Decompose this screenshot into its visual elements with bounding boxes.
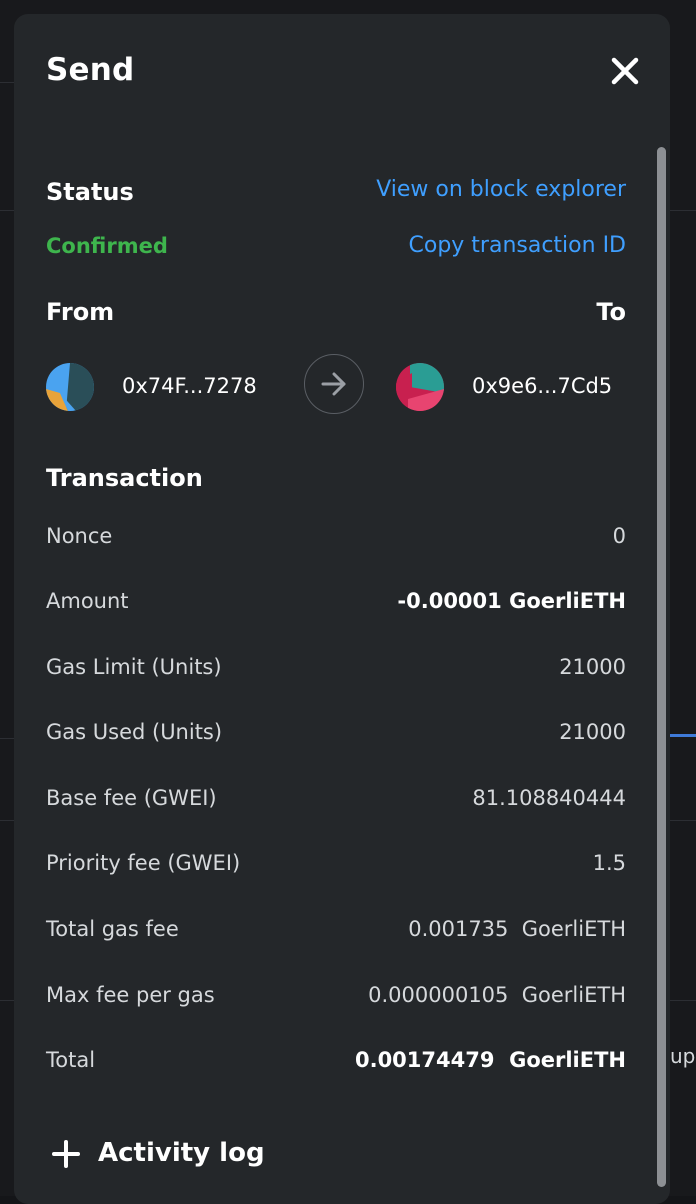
transaction-row-base-fee: Base fee (GWEI) 81.108840444: [46, 786, 626, 816]
row-value: 81.108840444: [472, 786, 626, 810]
scrollbar-thumb[interactable]: [657, 147, 666, 1187]
row-label: Total gas fee: [46, 917, 179, 941]
background-divider: [668, 1000, 696, 1001]
background-divider: [668, 820, 696, 821]
status-value: Confirmed: [46, 234, 168, 258]
to-label: To: [596, 298, 626, 326]
background-divider: [0, 738, 14, 739]
row-label: Gas Limit (Units): [46, 655, 222, 679]
background-partial-text: up: [670, 1044, 696, 1068]
transaction-row-total: Total 0.00174479 GoerliETH: [46, 1048, 626, 1078]
row-label: Total: [46, 1048, 96, 1072]
plus-icon: [52, 1140, 80, 1168]
row-label: Priority fee (GWEI): [46, 851, 241, 875]
arrow-right-icon: [321, 372, 346, 396]
background-divider: [0, 210, 14, 211]
row-value: 0.001735 GoerliETH: [408, 917, 626, 941]
row-label: Gas Used (Units): [46, 720, 223, 744]
row-value: 21000: [559, 655, 626, 679]
row-label: Base fee (GWEI): [46, 786, 217, 810]
close-icon[interactable]: [608, 54, 642, 88]
row-value: -0.00001 GoerliETH: [397, 589, 626, 613]
direction-arrow-button: [304, 354, 364, 414]
status-label: Status: [46, 178, 134, 206]
modal-title: Send: [46, 52, 135, 88]
row-value: 0.000000105 GoerliETH: [368, 983, 626, 1007]
background-divider: [0, 82, 14, 83]
row-value: 21000: [559, 720, 626, 744]
background-tab-indicator: [668, 734, 696, 737]
view-on-block-explorer-link[interactable]: View on block explorer: [376, 177, 626, 202]
from-address[interactable]: 0x74F...7278: [122, 374, 257, 398]
transaction-heading: Transaction: [46, 464, 203, 492]
background-divider: [0, 1000, 14, 1001]
transaction-row-gas-used: Gas Used (Units) 21000: [46, 720, 626, 750]
from-label: From: [46, 298, 115, 326]
transaction-row-total-gas-fee: Total gas fee 0.001735 GoerliETH: [46, 917, 626, 947]
transaction-row-max-fee-per-gas: Max fee per gas 0.000000105 GoerliETH: [46, 983, 626, 1013]
row-label: Max fee per gas: [46, 983, 215, 1007]
from-account-avatar: [46, 363, 94, 411]
transaction-details-modal: Send Status View on block explorer Confi…: [14, 14, 670, 1204]
background-divider: [0, 820, 14, 821]
to-account-avatar: [396, 363, 444, 411]
row-label: Nonce: [46, 524, 113, 548]
background-divider: [668, 210, 696, 211]
transaction-row-gas-limit: Gas Limit (Units) 21000: [46, 655, 626, 685]
row-value: 0.00174479 GoerliETH: [354, 1048, 626, 1072]
transaction-row-priority-fee: Priority fee (GWEI) 1.5: [46, 851, 626, 881]
row-value: 1.5: [592, 851, 626, 875]
transaction-row-nonce: Nonce 0: [46, 524, 626, 554]
transaction-row-amount: Amount -0.00001 GoerliETH: [46, 589, 626, 619]
activity-log-label: Activity log: [98, 1138, 265, 1168]
to-address[interactable]: 0x9e6...7Cd5: [472, 374, 612, 398]
copy-transaction-id-link[interactable]: Copy transaction ID: [409, 233, 627, 258]
row-value: 0: [612, 524, 626, 548]
row-label: Amount: [46, 589, 129, 613]
